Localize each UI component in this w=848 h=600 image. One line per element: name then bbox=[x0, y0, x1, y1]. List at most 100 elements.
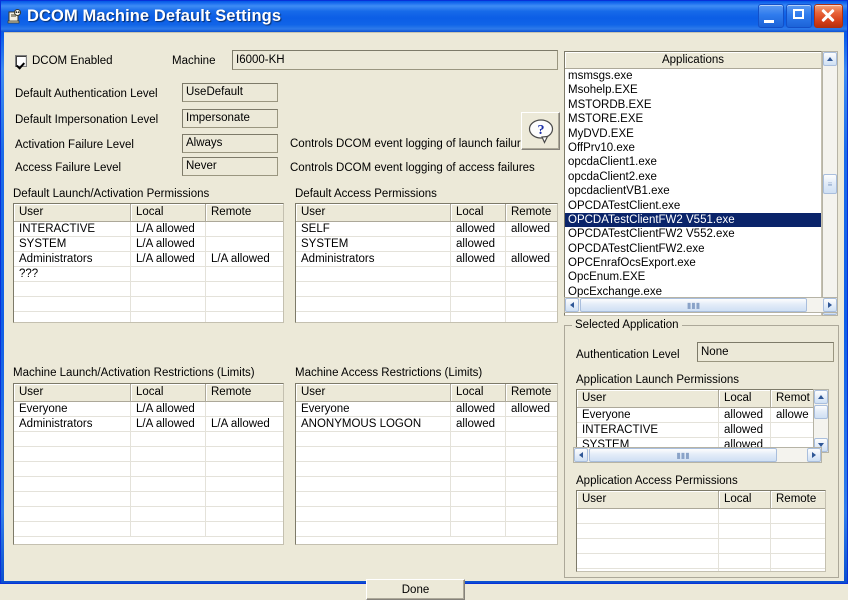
table-row[interactable]: ??? bbox=[14, 267, 283, 282]
default-launch-permissions-grid[interactable]: User Local Remote INTERACTIVE L/A allowed… bbox=[13, 203, 284, 323]
column-header-user[interactable]: User bbox=[296, 384, 451, 401]
scroll-up-button[interactable] bbox=[814, 390, 828, 404]
table-row[interactable]: SELF allowed allowed bbox=[296, 222, 557, 237]
application-launch-vertical-scrollbar[interactable] bbox=[813, 389, 829, 453]
scrollbar-thumb[interactable]: ▮▮▮ bbox=[580, 298, 807, 312]
table-row[interactable] bbox=[296, 477, 557, 492]
table-row[interactable]: Everyone L/A allowed bbox=[14, 402, 283, 417]
scroll-right-button[interactable] bbox=[807, 448, 821, 462]
access-failure-level-field[interactable]: Never bbox=[182, 157, 278, 176]
list-item[interactable]: Msohelp.EXE bbox=[565, 83, 821, 97]
list-item[interactable]: OPCDATestClient.exe bbox=[565, 199, 821, 213]
table-row[interactable] bbox=[296, 507, 557, 522]
list-item[interactable]: opcdaclientVB1.exe bbox=[565, 184, 821, 198]
list-item[interactable]: opcdaClient1.exe bbox=[565, 155, 821, 169]
authentication-level-field[interactable]: None bbox=[697, 342, 834, 362]
table-row[interactable]: Administrators L/A allowed L/A allowed bbox=[14, 417, 283, 432]
scroll-left-button[interactable] bbox=[565, 298, 579, 312]
activation-failure-level-field[interactable]: Always bbox=[182, 134, 278, 153]
applications-listbox[interactable]: Applications msmsgs.exe Msohelp.EXE MSTORD… bbox=[564, 51, 822, 316]
table-row[interactable] bbox=[14, 477, 283, 492]
column-header-remote[interactable]: Remote bbox=[206, 384, 283, 401]
table-row[interactable] bbox=[296, 267, 557, 282]
table-row[interactable]: Administrators L/A allowed L/A allowed bbox=[14, 252, 283, 267]
machine-input[interactable]: I6000-KH bbox=[232, 50, 558, 70]
table-row[interactable] bbox=[577, 569, 825, 571]
table-row[interactable] bbox=[577, 539, 825, 554]
table-row[interactable]: INTERACTIVE allowed bbox=[577, 423, 821, 438]
minimize-button[interactable] bbox=[758, 4, 784, 28]
table-row[interactable] bbox=[14, 447, 283, 462]
column-header-local[interactable]: Local bbox=[719, 491, 771, 508]
table-row[interactable] bbox=[296, 312, 557, 322]
machine-access-restrictions-grid[interactable]: User Local Remote Everyone allowed allowed… bbox=[295, 383, 558, 545]
column-header-user[interactable]: User bbox=[577, 491, 719, 508]
table-row[interactable] bbox=[296, 447, 557, 462]
table-row[interactable]: Administrators allowed allowed bbox=[296, 252, 557, 267]
column-header-remote[interactable]: Remote bbox=[206, 204, 283, 221]
column-header-local[interactable]: Local bbox=[719, 390, 771, 407]
applications-horizontal-scrollbar[interactable]: ▮▮▮ bbox=[564, 297, 838, 313]
table-row[interactable] bbox=[577, 509, 825, 524]
table-row[interactable] bbox=[296, 432, 557, 447]
list-item[interactable]: MSTORDB.EXE bbox=[565, 98, 821, 112]
table-row[interactable] bbox=[296, 282, 557, 297]
default-access-permissions-grid[interactable]: User Local Remote SELF allowed allowed SYS… bbox=[295, 203, 558, 323]
list-item[interactable]: OPCDATestClientFW2 V552.exe bbox=[565, 227, 821, 241]
table-row[interactable]: Everyone allowed allowed bbox=[296, 402, 557, 417]
machine-launch-restrictions-grid[interactable]: User Local Remote Everyone L/A allowed Ad… bbox=[13, 383, 284, 545]
list-item[interactable]: OPCDATestClientFW2.exe bbox=[565, 242, 821, 256]
scrollbar-thumb[interactable] bbox=[814, 405, 828, 419]
list-item[interactable]: MSTORE.EXE bbox=[565, 112, 821, 126]
applications-vertical-scrollbar[interactable]: ≡ bbox=[822, 51, 838, 316]
column-header-user[interactable]: User bbox=[14, 384, 131, 401]
table-row[interactable] bbox=[296, 462, 557, 477]
table-row[interactable]: INTERACTIVE L/A allowed bbox=[14, 222, 283, 237]
maximize-button[interactable] bbox=[786, 4, 812, 28]
list-item[interactable]: opcdaClient2.exe bbox=[565, 170, 821, 184]
list-item[interactable]: MyDVD.EXE bbox=[565, 127, 821, 141]
table-row[interactable] bbox=[14, 282, 283, 297]
checkbox-box[interactable] bbox=[15, 55, 27, 67]
column-header-user[interactable]: User bbox=[577, 390, 719, 407]
application-launch-permissions-grid[interactable]: User Local Remot Everyone allowed allowe I… bbox=[576, 389, 822, 453]
scroll-up-button[interactable] bbox=[823, 52, 837, 66]
column-header-remote[interactable]: Remote bbox=[506, 384, 557, 401]
list-item[interactable]: OPCEnrafOcsExport.exe bbox=[565, 256, 821, 270]
application-access-permissions-grid[interactable]: User Local Remote bbox=[576, 490, 826, 572]
column-header-local[interactable]: Local bbox=[451, 384, 506, 401]
done-button[interactable]: Done bbox=[366, 579, 465, 600]
default-impersonation-level-field[interactable]: Impersonate bbox=[182, 109, 278, 128]
scroll-right-button[interactable] bbox=[823, 298, 837, 312]
table-row[interactable] bbox=[577, 524, 825, 539]
list-item[interactable]: OpcEnum.EXE bbox=[565, 270, 821, 284]
table-row[interactable]: SYSTEM allowed bbox=[296, 237, 557, 252]
column-header-user[interactable]: User bbox=[14, 204, 131, 221]
scrollbar-thumb[interactable]: ▮▮▮ bbox=[589, 448, 777, 462]
column-header-local[interactable]: Local bbox=[131, 204, 206, 221]
dcom-enabled-checkbox[interactable]: DCOM Enabled bbox=[15, 55, 113, 67]
default-authentication-level-field[interactable]: UseDefault bbox=[182, 83, 278, 102]
table-row[interactable] bbox=[296, 297, 557, 312]
table-row[interactable] bbox=[14, 297, 283, 312]
list-item[interactable]: OffPrv10.exe bbox=[565, 141, 821, 155]
table-row[interactable] bbox=[14, 522, 283, 537]
close-button[interactable] bbox=[814, 4, 843, 28]
table-row[interactable]: Everyone allowed allowe bbox=[577, 408, 821, 423]
scroll-left-button[interactable] bbox=[574, 448, 588, 462]
table-row[interactable] bbox=[14, 507, 283, 522]
table-row[interactable] bbox=[14, 462, 283, 477]
application-launch-horizontal-scrollbar[interactable]: ▮▮▮ bbox=[573, 447, 822, 463]
table-row[interactable] bbox=[577, 554, 825, 569]
column-header-user[interactable]: User bbox=[296, 204, 451, 221]
table-row[interactable] bbox=[14, 312, 283, 322]
column-header-local[interactable]: Local bbox=[131, 384, 206, 401]
title-bar[interactable]: DCOM Machine Default Settings bbox=[1, 1, 847, 32]
list-item[interactable]: OPCDATestClientFW2 V551.exe bbox=[565, 212, 821, 228]
table-row[interactable]: ANONYMOUS LOGON allowed bbox=[296, 417, 557, 432]
table-row[interactable]: SYSTEM L/A allowed bbox=[14, 237, 283, 252]
table-row[interactable] bbox=[14, 492, 283, 507]
column-header-local[interactable]: Local bbox=[451, 204, 506, 221]
column-header-remote[interactable]: Remote bbox=[506, 204, 557, 221]
scrollbar-thumb[interactable]: ≡ bbox=[823, 174, 837, 194]
